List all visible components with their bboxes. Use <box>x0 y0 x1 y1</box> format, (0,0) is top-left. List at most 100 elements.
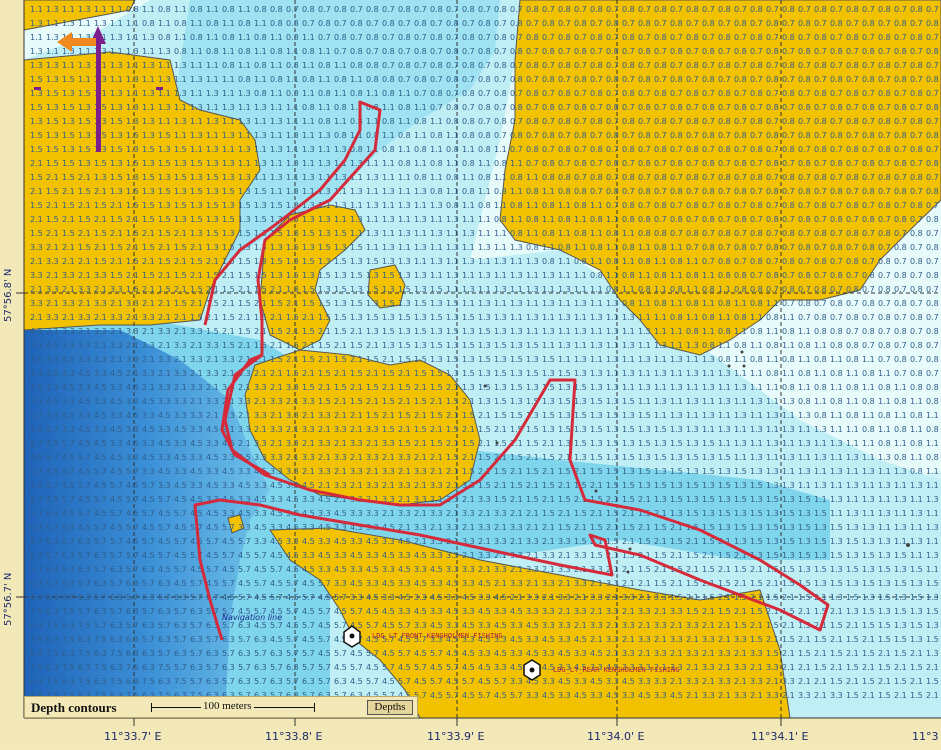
depth-sounding: 0.8 <box>158 33 171 42</box>
depth-sounding: 1.3 <box>910 579 923 588</box>
depth-sounding: 1.3 <box>846 607 859 616</box>
depth-sounding: 2.1 <box>30 187 43 196</box>
depth-sounding: 1.5 <box>382 299 395 308</box>
depth-sounding: 3.3 <box>686 649 699 658</box>
depth-sounding: 1.1 <box>606 369 619 378</box>
rear-light-marker[interactable] <box>523 659 541 681</box>
depth-sounding: 1.3 <box>766 509 779 518</box>
depth-sounding: 1.3 <box>926 551 939 560</box>
depth-sounding: 1.3 <box>174 187 187 196</box>
chart-map[interactable]: 1.1 1.3 1.1 1.3 1.1 1.1 0.8 1.1 0.8 1.1 0.8 1.1 0.8 1… <box>0 0 941 745</box>
depth-sounding: 0.8 <box>782 33 795 42</box>
depth-sounding: 3.3 <box>30 369 43 378</box>
depth-sounding: 2.1 <box>398 369 411 378</box>
depth-sounding: 3.3 <box>414 523 427 532</box>
depth-sounding: 3.3 <box>334 551 347 560</box>
depth-sounding: 3.3 <box>110 285 123 294</box>
depth-sounding: 0.8 <box>638 75 651 84</box>
depth-sounding: 3.3 <box>526 593 539 602</box>
depth-sounding: 0.8 <box>846 145 859 154</box>
depth-sounding: 3.3 <box>158 383 171 392</box>
depth-sounding: 1.1 <box>766 299 779 308</box>
depth-sounding: 4.5 <box>414 677 427 686</box>
depth-sounding: 1.5 <box>766 649 779 658</box>
depth-sounding: 0.8 <box>750 33 763 42</box>
depth-sounding: 0.8 <box>398 33 411 42</box>
depth-sounding: 0.7 <box>734 229 747 238</box>
depth-sounding: 1.5 <box>142 201 155 210</box>
depth-sounding: 1.1 <box>798 453 811 462</box>
depth-sounding: 0.7 <box>782 19 795 28</box>
depth-sounding: 6.3 <box>46 509 59 518</box>
depth-sounding: 3.3 <box>446 551 459 560</box>
depth-sounding: 0.8 <box>862 299 875 308</box>
depth-sounding: 3.3 <box>526 537 539 546</box>
depth-sounding: 6.3 <box>46 593 59 602</box>
depth-sounding: 1.1 <box>190 19 203 28</box>
depth-sounding: 0.8 <box>766 187 779 196</box>
depth-sounding: 0.8 <box>606 75 619 84</box>
depth-sounding: 0.8 <box>350 89 363 98</box>
depth-sounding: 2.1 <box>478 411 491 420</box>
depth-sounding: 0.8 <box>638 159 651 168</box>
depth-sounding: 2.1 <box>414 439 427 448</box>
depth-sounding: 2.1 <box>174 229 187 238</box>
depth-sounding: 0.8 <box>494 89 507 98</box>
depth-sounding: 0.8 <box>574 229 587 238</box>
depth-sounding: 1.5 <box>590 425 603 434</box>
depth-sounding: 7.5 <box>94 635 107 644</box>
depth-sounding: 1.5 <box>62 229 75 238</box>
depth-sounding: 0.8 <box>814 383 827 392</box>
depth-sounding: 0.8 <box>542 229 555 238</box>
depth-sounding: 1.5 <box>654 453 667 462</box>
depth-sounding: 5.7 <box>126 565 139 574</box>
depth-sounding: 0.8 <box>238 19 251 28</box>
depth-sounding: 1.1 <box>894 411 907 420</box>
depth-sounding: 2.1 <box>654 635 667 644</box>
depth-sounding: 1.1 <box>622 229 635 238</box>
depth-sounding: 0.8 <box>686 61 699 70</box>
depth-sounding: 0.7 <box>910 243 923 252</box>
depth-sounding: 2.1 <box>78 299 91 308</box>
depth-sounding: 4.5 <box>286 565 299 574</box>
depth-sounding: 4.5 <box>318 621 331 630</box>
depth-sounding: 1.1 <box>414 103 427 112</box>
depth-sounding: 1.1 <box>206 61 219 70</box>
depth-sounding: 2.1 <box>558 579 571 588</box>
depth-sounding: 1.1 <box>926 481 939 490</box>
depth-sounding: 2.1 <box>478 565 491 574</box>
depth-sounding: 1.1 <box>702 271 715 280</box>
depth-sounding: 4.5 <box>414 579 427 588</box>
depth-sounding: 0.8 <box>782 285 795 294</box>
depth-sounding: 1.3 <box>446 313 459 322</box>
depth-sounding: 1.3 <box>862 523 875 532</box>
depth-sounding: 3.3 <box>206 467 219 476</box>
depth-sounding: 3.3 <box>126 299 139 308</box>
depth-sounding: 1.3 <box>414 285 427 294</box>
depth-sounding: 1.1 <box>462 173 475 182</box>
depth-sounding: 7.5 <box>30 663 43 672</box>
depth-sounding: 1.5 <box>350 243 363 252</box>
depth-sounding: 0.8 <box>430 89 443 98</box>
depth-sounding: 1.5 <box>174 173 187 182</box>
depth-sounding: 1.5 <box>382 397 395 406</box>
depth-sounding: 0.8 <box>622 117 635 126</box>
depth-sounding: 1.3 <box>142 61 155 70</box>
depth-sounding: 2.1 <box>174 285 187 294</box>
depth-sounding: 1.3 <box>510 341 523 350</box>
depth-sounding: 0.7 <box>926 61 939 70</box>
depth-sounding: 3.3 <box>478 593 491 602</box>
depth-sounding: 1.5 <box>302 299 315 308</box>
depth-sounding: 1.5 <box>254 187 267 196</box>
depth-sounding: 2.1 <box>110 201 123 210</box>
depth-sounding: 4.5 <box>398 537 411 546</box>
depth-sounding: 1.5 <box>782 509 795 518</box>
depths-button[interactable]: Depths <box>367 700 413 715</box>
depth-sounding: 0.7 <box>462 19 475 28</box>
depth-sounding: 1.3 <box>846 579 859 588</box>
depth-sounding: 1.3 <box>334 271 347 280</box>
depth-sounding: 4.5 <box>622 677 635 686</box>
depth-sounding: 0.8 <box>894 103 907 112</box>
depth-sounding: 6.3 <box>62 677 75 686</box>
depth-sounding: 0.8 <box>718 299 731 308</box>
